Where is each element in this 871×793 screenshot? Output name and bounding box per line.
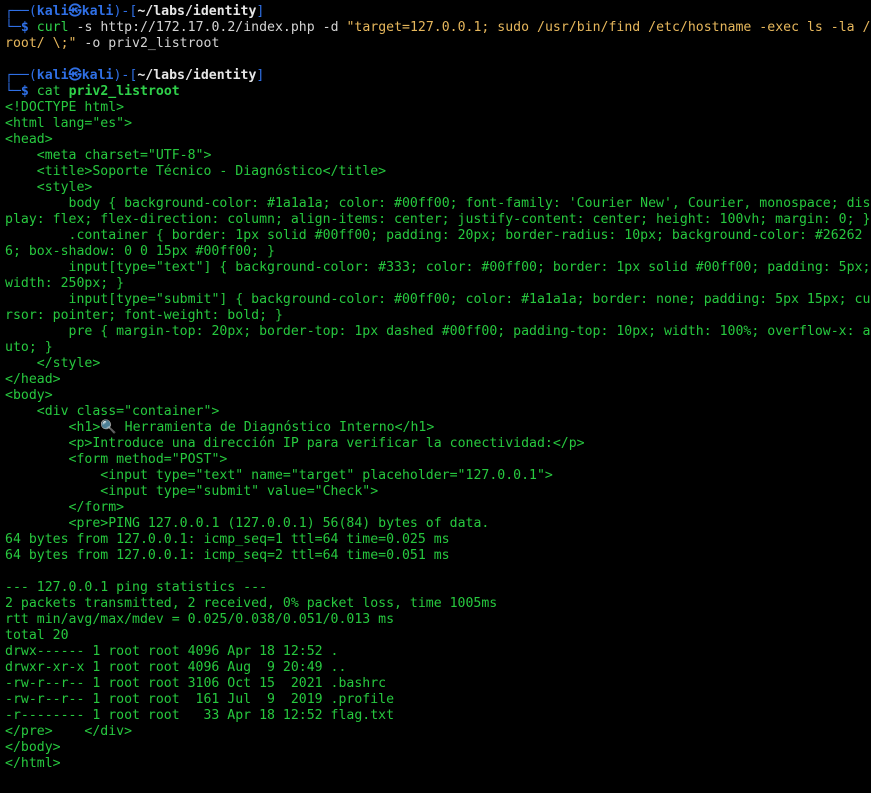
output-line: <meta charset="UTF-8">	[5, 148, 212, 163]
prompt-dollar: $	[20, 20, 29, 35]
output-line: 64 bytes from 127.0.0.1: icmp_seq=2 ttl=…	[5, 548, 450, 563]
command-name: cat	[36, 84, 61, 99]
output-line: <title>Soporte Técnico - Diagnóstico</ti…	[5, 164, 387, 179]
output-line: <!DOCTYPE html>	[5, 100, 125, 115]
prompt-frame: )-[	[113, 4, 138, 19]
output-line: </form>	[5, 500, 125, 515]
output-line: </pre> </div>	[5, 724, 133, 739]
command-args: -s http://172.17.0.2/index.php -d	[68, 20, 347, 35]
output-line: <p>Introduce una dirección IP para verif…	[5, 436, 585, 451]
output-line: <div class="container">	[5, 404, 220, 419]
prompt-user: kali	[36, 68, 69, 83]
prompt-at-symbol: ㉿	[68, 68, 82, 83]
prompt-dollar: $	[20, 84, 29, 99]
output-line: drwx------ 1 root root 4096 Apr 18 12:52…	[5, 644, 339, 659]
output-line: <body>	[5, 388, 53, 403]
prompt-header-1: ┌──(kali㉿kali)-[~/labs/identity]	[5, 4, 871, 20]
terminal-window[interactable]: ┌──(kali㉿kali)-[~/labs/identity] └─$ cur…	[0, 0, 871, 793]
output-line: </head>	[5, 372, 61, 387]
prompt-frame: ]	[256, 68, 265, 83]
output-line: -rw-r--r-- 1 root root 161 Jul 9 2019 .p…	[5, 692, 395, 707]
output-line: <h1>🔍 Herramienta de Diagnóstico Interno…	[5, 420, 435, 435]
output-line: <input type="submit" value="Check">	[5, 484, 379, 499]
prompt-host: kali	[81, 4, 114, 19]
output-line: -r-------- 1 root root 33 Apr 18 12:52 f…	[5, 708, 395, 723]
prompt-frame: ┌──(	[5, 68, 37, 83]
output-line: pre { margin-top: 20px; border-top: 1px …	[5, 324, 871, 355]
output-line: 2 packets transmitted, 2 received, 0% pa…	[5, 596, 498, 611]
output-line: </body>	[5, 740, 61, 755]
output-line: input[type="submit"] { background-color:…	[5, 292, 871, 323]
command-line-2: └─$ cat priv2_listroot	[5, 84, 871, 100]
output-line: <pre>PING 127.0.0.1 (127.0.0.1) 56(84) b…	[5, 516, 490, 531]
output-line: <form method="POST">	[5, 452, 228, 467]
prompt-frame: ]	[256, 4, 265, 19]
prompt-frame: └─	[5, 20, 21, 35]
output-line: -rw-r--r-- 1 root root 3106 Oct 15 2021 …	[5, 676, 387, 691]
prompt-user: kali	[36, 4, 69, 19]
output-line: --- 127.0.0.1 ping statistics ---	[5, 580, 268, 595]
output-line: <head>	[5, 132, 53, 147]
prompt-at-symbol: ㉿	[68, 4, 82, 19]
command-args: priv2_listroot	[68, 84, 180, 99]
prompt-frame: ┌──(	[5, 4, 37, 19]
output-line: drwxr-xr-x 1 root root 4096 Aug 9 20:49 …	[5, 660, 347, 675]
output-line: rtt min/avg/max/mdev = 0.025/0.038/0.051…	[5, 612, 395, 627]
prompt-frame: )-[	[113, 68, 138, 83]
prompt-path: ~/labs/identity	[137, 4, 257, 19]
prompt-header-2: ┌──(kali㉿kali)-[~/labs/identity]	[5, 68, 871, 84]
prompt-path: ~/labs/identity	[137, 68, 257, 83]
output-line: <style>	[5, 180, 93, 195]
output-line: <html lang="es">	[5, 116, 133, 131]
output-line: total 20	[5, 628, 69, 643]
command-args: -o priv2_listroot	[76, 36, 220, 51]
output-line: </html>	[5, 756, 61, 771]
output-line: body { background-color: #1a1a1a; color:…	[5, 196, 871, 227]
command-output: <!DOCTYPE html> <html lang="es"> <head> …	[5, 100, 871, 772]
output-line: </style>	[5, 356, 101, 371]
command-name: curl	[36, 20, 69, 35]
output-line: <input type="text" name="target" placeho…	[5, 468, 553, 483]
prompt-frame: └─	[5, 84, 21, 99]
command-line-1: └─$ curl -s http://172.17.0.2/index.php …	[5, 20, 871, 52]
output-line: input[type="text"] { background-color: #…	[5, 260, 871, 291]
output-line: 64 bytes from 127.0.0.1: icmp_seq=1 ttl=…	[5, 532, 450, 547]
prompt-host: kali	[81, 68, 114, 83]
output-line: .container { border: 1px solid #00ff00; …	[5, 228, 863, 259]
